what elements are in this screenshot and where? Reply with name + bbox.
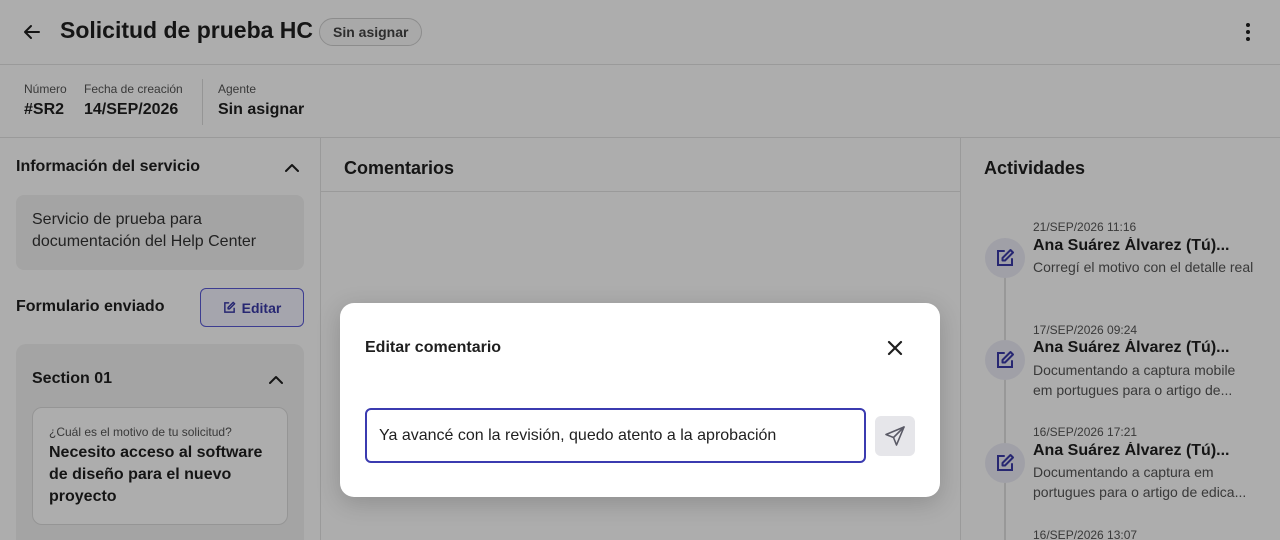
edit-comment-dialog: Editar comentario: [340, 303, 940, 497]
send-comment-button[interactable]: [875, 416, 915, 456]
close-dialog-button[interactable]: [881, 334, 909, 362]
send-icon: [885, 426, 905, 446]
close-icon: [887, 340, 903, 356]
comment-input[interactable]: [365, 408, 866, 463]
dialog-title: Editar comentario: [365, 339, 502, 356]
